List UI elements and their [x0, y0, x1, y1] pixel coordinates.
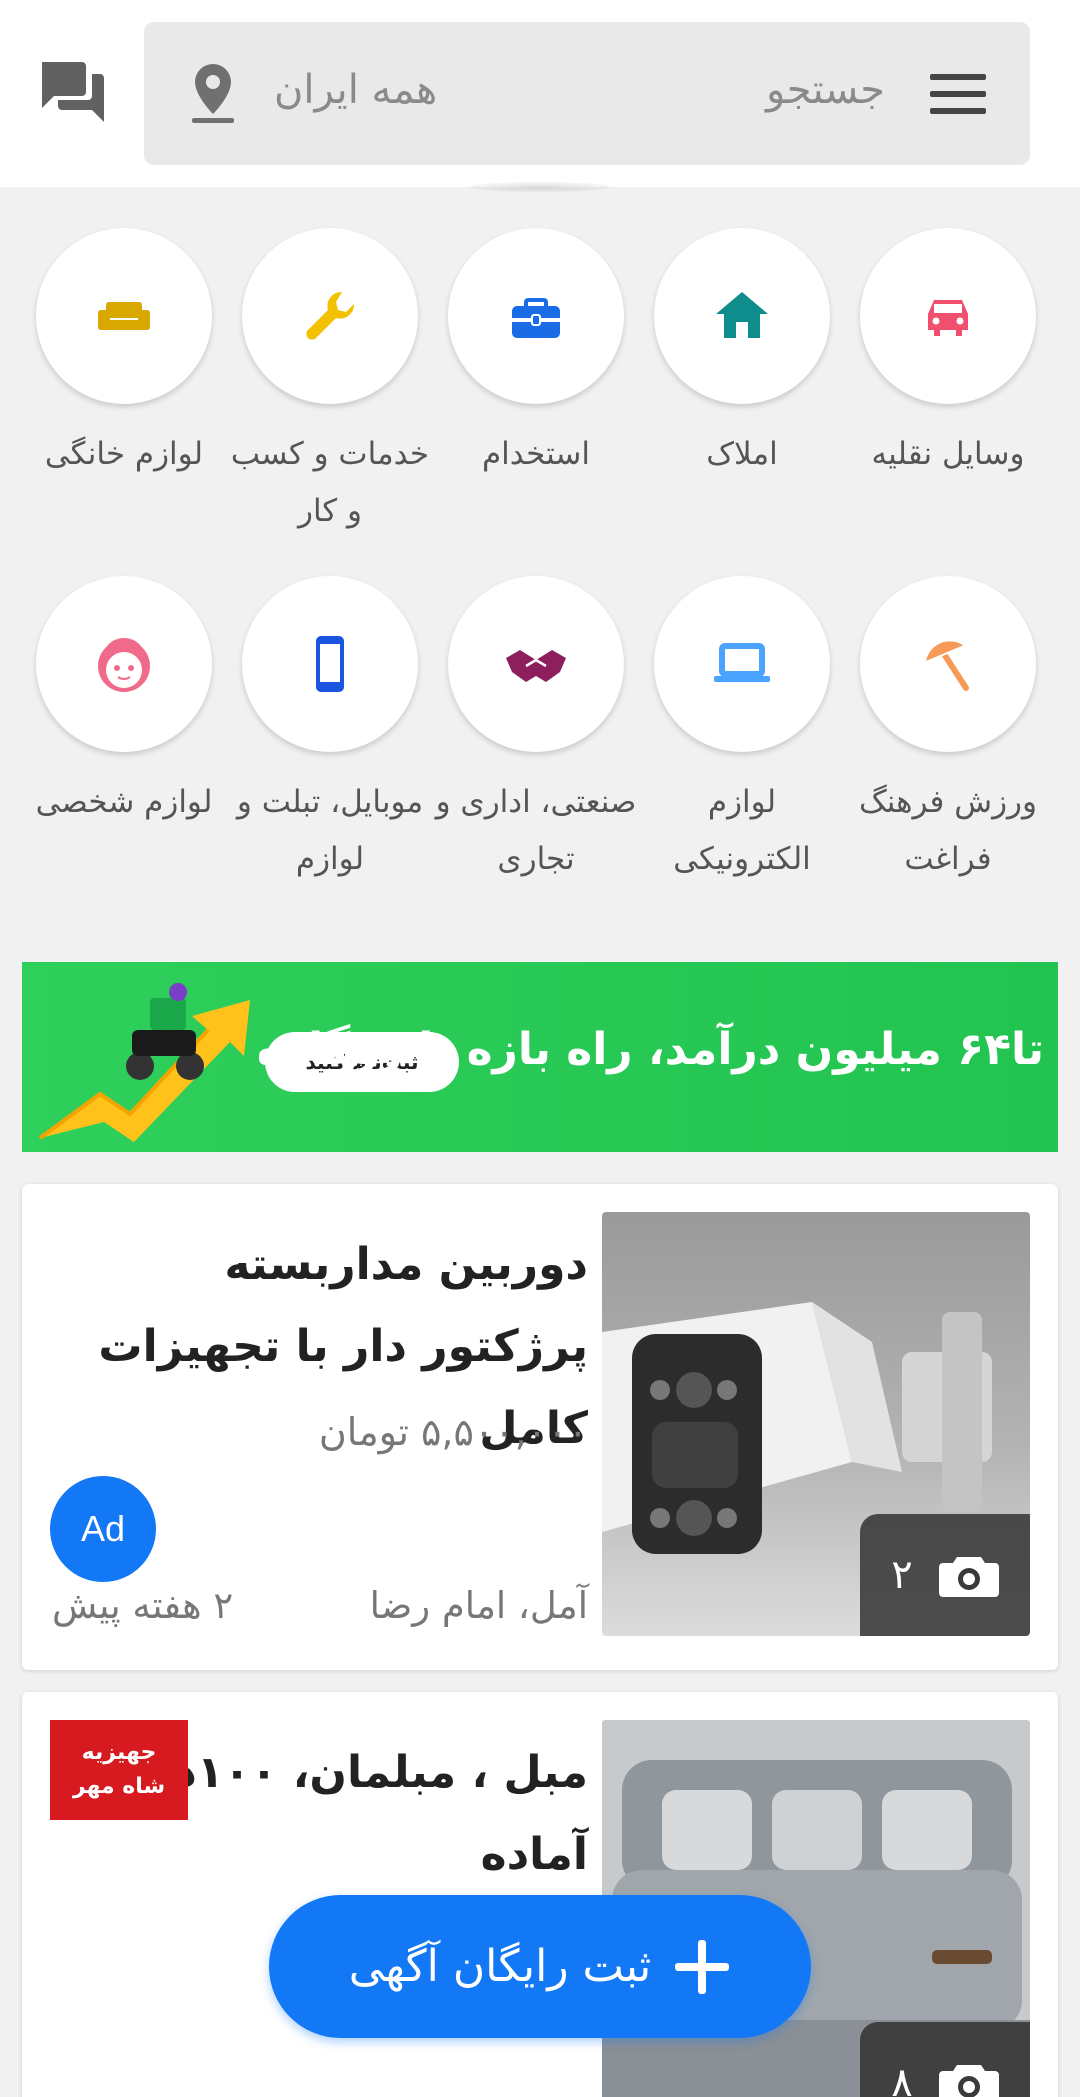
category-label: لوازم الکترونیکی: [673, 784, 811, 877]
chat-icon[interactable]: [38, 60, 106, 124]
laptop-icon: [714, 643, 770, 682]
face-icon: [98, 638, 150, 692]
delivery-illustration: [38, 983, 250, 1142]
ad-badge: Ad: [50, 1476, 156, 1582]
category-mobile[interactable]: موبایل، تبلت و لوازم: [227, 576, 433, 888]
category-circle[interactable]: [36, 576, 212, 752]
category-circle[interactable]: [242, 228, 418, 404]
banner-headline: تا۶۴ میلیون درآمد، راه بازه پا روگازه: [256, 1024, 1044, 1075]
listing-price: ۵,۵۰۰,۰۰۰ تومان: [318, 1410, 588, 1454]
car-icon: [928, 300, 968, 336]
category-personal[interactable]: لوازم شخصی: [21, 576, 227, 831]
category-circle[interactable]: [860, 228, 1036, 404]
category-circle[interactable]: [654, 576, 830, 752]
category-industrial[interactable]: صنعتی، اداری و تجاری: [433, 576, 639, 888]
handshake-icon: [506, 650, 566, 682]
listing-card[interactable]: ۲ دوربین مداربسته پرژکتور دار با تجهیزات…: [22, 1184, 1058, 1670]
category-label: موبایل، تبلت و لوازم: [236, 784, 424, 877]
category-electronics[interactable]: لوازم الکترونیکی: [639, 576, 845, 888]
wrench-icon: [306, 291, 355, 340]
category-label: خدمات و کسب و کار: [230, 436, 430, 529]
category-label: لوازم خانگی: [44, 436, 204, 472]
category-circle[interactable]: [448, 228, 624, 404]
location-selector[interactable]: همه ایران: [274, 67, 437, 113]
briefcase-icon: [512, 298, 560, 338]
category-label: ورزش فرهنگ فراغت: [859, 784, 1037, 877]
category-real-estate[interactable]: املاک: [639, 228, 845, 483]
category-circle[interactable]: [242, 576, 418, 752]
post-free-ad-button[interactable]: ثبت رایگان آگهی: [269, 1895, 811, 2038]
photo-count-badge: ۲: [860, 1514, 1030, 1636]
search-bar[interactable]: جستجو همه ایران: [144, 22, 1030, 165]
photo-count-badge: ۸: [860, 2022, 1030, 2097]
shop-logo: جهیزیه شاه مهر: [50, 1720, 188, 1820]
category-circle[interactable]: [448, 576, 624, 752]
tab-indicator-shadow: [470, 182, 610, 192]
promo-banner[interactable]: ثبت‌نام کنید تا۶۴ میلیون درآمد، راه بازه…: [22, 962, 1058, 1152]
category-circle[interactable]: [36, 228, 212, 404]
category-label: وسایل نقلیه: [871, 436, 1025, 472]
location-pin-icon[interactable]: [190, 62, 236, 124]
category-leisure[interactable]: ورزش فرهنگ فراغت: [845, 576, 1051, 888]
shop-logo-line1: جهیزیه: [81, 1740, 157, 1765]
umbrella-icon: [925, 641, 969, 691]
home-icon: [716, 292, 768, 338]
category-services[interactable]: خدمات و کسب و کار: [227, 228, 433, 540]
category-circle[interactable]: [654, 228, 830, 404]
category-circle[interactable]: [860, 576, 1036, 752]
sofa-icon: [98, 302, 150, 330]
shop-logo-line2: شاه مهر: [72, 1774, 166, 1799]
photo-count: ۲: [891, 1552, 913, 1598]
listing-time: ۲ هفته پیش: [52, 1584, 234, 1627]
top-bar: جستجو همه ایران: [0, 0, 1080, 187]
category-vehicles[interactable]: وسایل نقلیه: [845, 228, 1051, 483]
category-jobs[interactable]: استخدام: [433, 228, 639, 483]
camera-icon: [938, 2065, 999, 2097]
post-free-ad-label: ثبت رایگان آگهی: [348, 1941, 652, 1992]
plus-icon: [675, 1939, 730, 1994]
category-label: لوازم شخصی: [35, 784, 213, 820]
menu-icon[interactable]: [930, 74, 986, 114]
category-label: املاک: [706, 436, 778, 472]
category-home-appliances[interactable]: لوازم خانگی: [21, 228, 227, 483]
search-input[interactable]: جستجو: [766, 67, 885, 113]
category-label: استخدام: [481, 436, 591, 472]
category-label: صنعتی، اداری و تجاری: [435, 784, 637, 877]
photo-count: ۸: [891, 2060, 913, 2097]
listing-location: آمل، امام رضا: [369, 1584, 588, 1627]
camera-icon: [938, 1557, 999, 1597]
phone-icon: [316, 636, 344, 692]
listing-image[interactable]: ۲: [602, 1212, 1030, 1636]
